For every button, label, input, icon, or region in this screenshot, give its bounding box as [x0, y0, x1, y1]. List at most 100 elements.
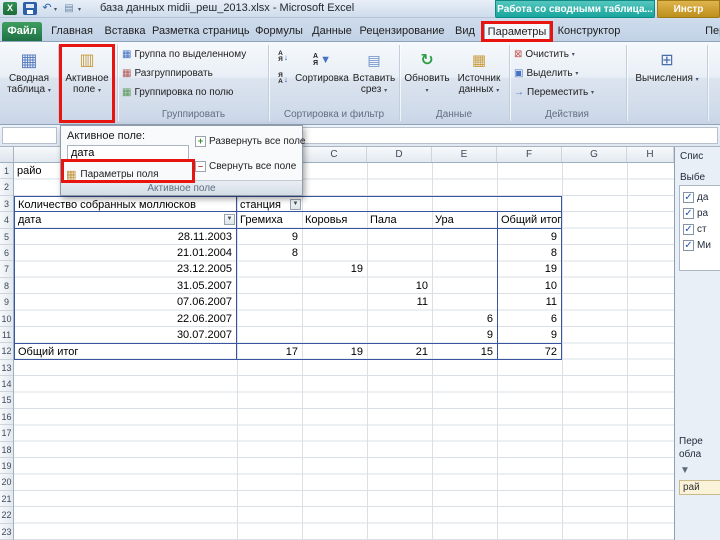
row-header[interactable]: 14: [0, 376, 13, 393]
select-all-corner[interactable]: [0, 147, 14, 162]
pivot-value-cell[interactable]: [302, 294, 367, 310]
station-header-cell[interactable]: станция ▼: [237, 195, 302, 213]
pivot-value-cell[interactable]: 6: [497, 310, 562, 327]
pivot-column-header[interactable]: Общий итог: [497, 212, 562, 229]
pivot-value-cell[interactable]: [302, 327, 367, 343]
pivot-value-cell[interactable]: 9: [497, 326, 562, 344]
pivot-total-label[interactable]: Общий итог: [14, 343, 237, 360]
sheet-cell[interactable]: [367, 163, 432, 179]
row-header[interactable]: 8: [0, 278, 13, 295]
row-header[interactable]: 22: [0, 507, 13, 524]
pivot-value-cell[interactable]: 6: [432, 311, 497, 327]
row-header[interactable]: 19: [0, 458, 13, 475]
group-selection-item[interactable]: ▦ Группа по выделенному: [122, 46, 246, 63]
pivot-date-cell[interactable]: 30.07.2007: [14, 326, 237, 344]
calculations-button[interactable]: ⊞ Вычисления ▾: [630, 45, 704, 122]
qat-customize-icon[interactable]: ▾: [78, 6, 81, 13]
column-header[interactable]: F: [497, 147, 562, 162]
pivot-value-cell[interactable]: 9: [237, 229, 302, 245]
sort-descending-button[interactable]: ЯА ↓: [273, 69, 293, 89]
quick-print-icon[interactable]: ▤: [62, 2, 76, 15]
row-header[interactable]: 16: [0, 409, 13, 426]
pivot-column-header[interactable]: Гремиха: [237, 212, 302, 229]
filter-dropdown-button[interactable]: ▼: [224, 214, 235, 226]
row-header[interactable]: 23: [0, 524, 13, 540]
pivot-column-header[interactable]: Ура: [432, 212, 497, 229]
field-row[interactable]: ✓ Ми: [683, 237, 711, 253]
row-header[interactable]: 5: [0, 229, 13, 245]
row-header[interactable]: 13: [0, 360, 13, 377]
select-item[interactable]: ▣ Выделить ▾: [514, 65, 578, 82]
sheet-cell[interactable]: [367, 195, 432, 213]
pivot-value-cell[interactable]: [302, 245, 367, 261]
pivot-value-cell[interactable]: 10: [367, 278, 432, 294]
pivot-value-cell[interactable]: [367, 229, 432, 245]
field-checkbox[interactable]: ✓: [683, 223, 694, 235]
pivot-date-cell[interactable]: 22.06.2007: [14, 310, 237, 327]
pivot-value-cell[interactable]: [367, 261, 432, 277]
pivot-date-cell[interactable]: 31.05.2007: [14, 277, 237, 295]
pivot-value-cell[interactable]: 11: [497, 294, 562, 311]
field-row[interactable]: ✓ ра: [683, 205, 708, 221]
row-header[interactable]: 17: [0, 425, 13, 442]
pivot-value-cell[interactable]: [302, 229, 367, 245]
row-header[interactable]: 10: [0, 311, 13, 327]
row-header[interactable]: 12: [0, 343, 13, 360]
sheet-cell[interactable]: [367, 179, 432, 195]
sheet-cell[interactable]: [497, 179, 562, 195]
filter-field-chip[interactable]: рай: [679, 480, 720, 495]
row-header[interactable]: 3: [0, 196, 13, 213]
pivot-value-cell[interactable]: 9: [497, 228, 562, 245]
sheet-cell[interactable]: [432, 195, 497, 213]
sheet-cell[interactable]: [302, 179, 367, 195]
field-row[interactable]: ✓ да: [683, 189, 708, 205]
field-row[interactable]: ✓ ст: [683, 221, 707, 237]
row-header[interactable]: 2: [0, 179, 13, 196]
pivot-value-cell[interactable]: [432, 261, 497, 277]
column-header[interactable]: G: [562, 147, 627, 162]
move-pivottable-item[interactable]: → Переместить ▾: [514, 84, 594, 101]
tab-file[interactable]: Файл: [2, 22, 42, 41]
sheet-cell[interactable]: [497, 195, 562, 213]
row-header[interactable]: 15: [0, 392, 13, 409]
row-header[interactable]: 21: [0, 491, 13, 508]
column-header[interactable]: E: [432, 147, 497, 162]
pivot-value-cell[interactable]: 9: [432, 327, 497, 343]
tab-view[interactable]: Вид: [448, 22, 482, 41]
pivot-value-cell[interactable]: 11: [367, 294, 432, 310]
column-header[interactable]: D: [367, 147, 432, 162]
field-checkbox[interactable]: ✓: [683, 191, 694, 203]
pivot-date-cell[interactable]: 07.06.2007: [14, 294, 237, 311]
pivot-value-cell[interactable]: [302, 311, 367, 327]
pivot-value-cell[interactable]: [432, 229, 497, 245]
pivot-value-cell[interactable]: [237, 278, 302, 294]
name-box[interactable]: [2, 127, 57, 144]
ungroup-item[interactable]: ▦ Разгруппировать: [122, 65, 213, 82]
row-header[interactable]: 18: [0, 442, 13, 459]
collapse-field-item[interactable]: – Свернуть все поле: [195, 159, 296, 174]
pivot-value-cell[interactable]: [367, 327, 432, 343]
tab-extra[interactable]: Перь: [698, 22, 720, 41]
row-header[interactable]: 11: [0, 327, 13, 344]
pivot-value-cell[interactable]: [432, 278, 497, 294]
pivot-value-cell[interactable]: [302, 278, 367, 294]
tab-review[interactable]: Рецензирование: [358, 22, 446, 41]
clear-item[interactable]: ⊠ Очистить ▾: [514, 46, 575, 63]
column-header[interactable]: H: [627, 147, 674, 162]
pivot-total-value[interactable]: 17: [237, 343, 302, 360]
pivot-value-cell[interactable]: 10: [497, 277, 562, 295]
date-header-cell[interactable]: дата ▼: [14, 212, 237, 229]
row-header[interactable]: 9: [0, 294, 13, 311]
pivot-value-cell[interactable]: 8: [497, 244, 562, 262]
row-header[interactable]: 7: [0, 261, 13, 278]
tab-data[interactable]: Данные: [308, 22, 356, 41]
sheet-cell[interactable]: [497, 163, 562, 179]
pivot-total-value[interactable]: 72: [497, 343, 562, 360]
pivot-value-cell[interactable]: [237, 294, 302, 310]
pivot-title-cell[interactable]: Количество собранных моллюсков: [14, 195, 237, 213]
pivot-column-header[interactable]: Коровья: [302, 212, 367, 229]
pivot-total-value[interactable]: 21: [367, 343, 432, 360]
pivot-value-cell[interactable]: 19: [302, 261, 367, 277]
pivot-date-cell[interactable]: 21.01.2004: [14, 244, 237, 262]
pivot-date-cell[interactable]: 23.12.2005: [14, 261, 237, 278]
